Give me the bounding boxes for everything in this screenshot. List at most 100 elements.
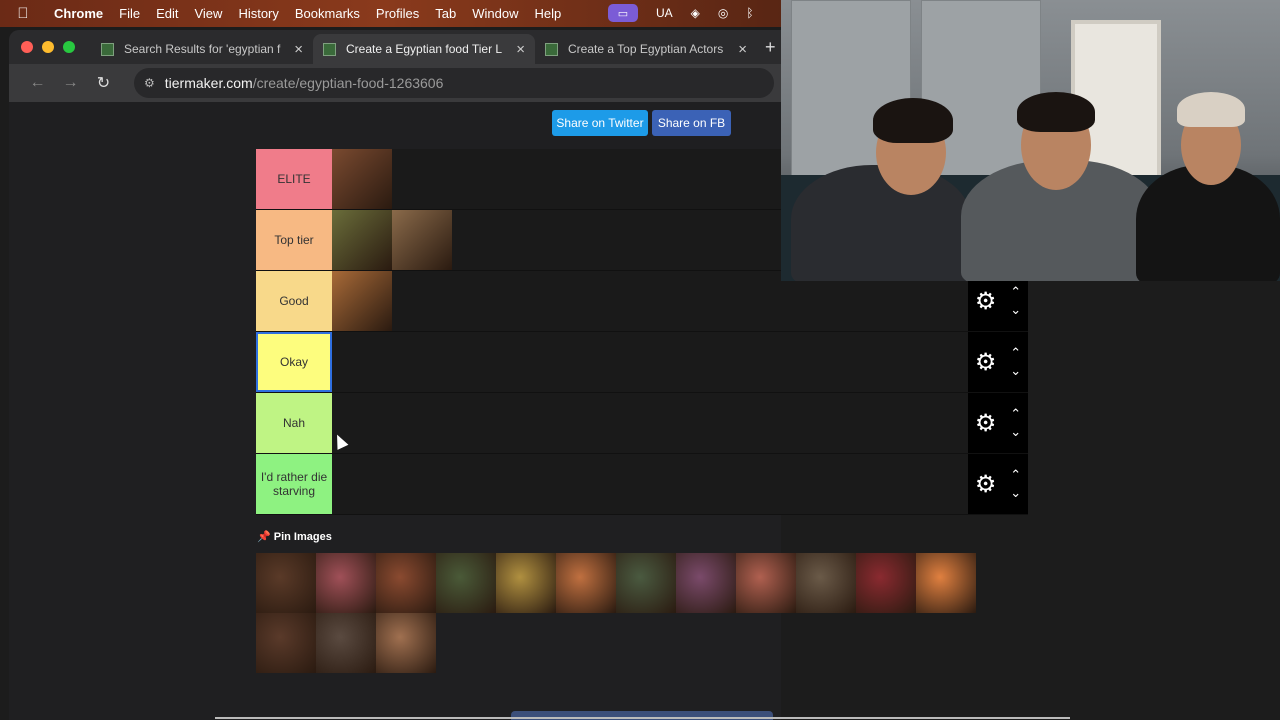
food-image[interactable] bbox=[332, 271, 392, 331]
tier-row: I'd rather die starving ⚙ ⌃ ⌄ bbox=[256, 454, 1028, 515]
tab-label: Create a Egyptian food Tier L bbox=[346, 42, 503, 56]
tiermaker-favicon-icon bbox=[101, 42, 114, 56]
tier-controls: ⚙ ⌃ ⌄ bbox=[968, 454, 1028, 514]
browser-toolbar: ← → ↻ ⚙ tiermaker.com/create/egyptian-fo… bbox=[9, 64, 781, 102]
close-window-button[interactable] bbox=[21, 41, 33, 53]
move-down-icon[interactable]: ⌄ bbox=[1010, 484, 1021, 502]
tab-label: Search Results for 'egyptian f bbox=[124, 42, 281, 56]
close-tab-icon[interactable]: × bbox=[516, 41, 525, 58]
tier-label[interactable]: Top tier bbox=[256, 210, 332, 270]
new-tab-icon[interactable]: + bbox=[765, 37, 776, 58]
move-down-icon[interactable]: ⌄ bbox=[1010, 362, 1021, 380]
tier-label[interactable]: I'd rather die starving bbox=[256, 454, 332, 514]
food-image[interactable] bbox=[736, 553, 796, 613]
menu-profiles[interactable]: Profiles bbox=[368, 6, 427, 21]
menu-bookmarks[interactable]: Bookmarks bbox=[287, 6, 368, 21]
person-left-hair bbox=[873, 98, 953, 143]
tier-label[interactable]: Okay bbox=[256, 332, 332, 392]
webcam-overlay bbox=[781, 0, 1280, 281]
menu-chrome[interactable]: Chrome bbox=[46, 6, 111, 21]
input-source-indicator[interactable]: UA bbox=[656, 6, 673, 20]
tab-label: Create a Top Egyptian Actors bbox=[568, 42, 724, 56]
food-image[interactable] bbox=[916, 553, 976, 613]
tier-controls: ⚙ ⌃ ⌄ bbox=[968, 393, 1028, 453]
move-down-icon[interactable]: ⌄ bbox=[1010, 301, 1021, 319]
pin-images-title: 📌 Pin Images bbox=[257, 531, 332, 543]
menu-window[interactable]: Window bbox=[464, 6, 526, 21]
menu-edit[interactable]: Edit bbox=[148, 6, 186, 21]
image-pool bbox=[256, 553, 976, 673]
food-image[interactable] bbox=[332, 149, 392, 209]
tab-egyptian-food[interactable]: Create a Egyptian food Tier L × bbox=[313, 34, 535, 64]
tier-label[interactable]: ELITE bbox=[256, 149, 332, 209]
food-image[interactable] bbox=[856, 553, 916, 613]
gear-icon[interactable]: ⚙ bbox=[975, 287, 997, 316]
tier-items[interactable] bbox=[332, 454, 968, 514]
move-up-icon[interactable]: ⌃ bbox=[1010, 405, 1021, 423]
food-image[interactable] bbox=[256, 613, 316, 673]
tier-row: Nah ⚙ ⌃ ⌄ bbox=[256, 393, 1028, 454]
site-info-icon[interactable]: ⚙ bbox=[144, 76, 155, 90]
apple-icon[interactable]:  bbox=[0, 5, 46, 22]
status-area: ▭ UA ◈ ◎ ᛒ bbox=[608, 4, 754, 22]
menu-help[interactable]: Help bbox=[527, 6, 570, 21]
close-tab-icon[interactable]: × bbox=[294, 41, 303, 58]
tiermaker-favicon-icon bbox=[323, 42, 336, 56]
tier-label[interactable]: Good bbox=[256, 271, 332, 331]
food-image[interactable] bbox=[316, 613, 376, 673]
screen:  Chrome File Edit View History Bookmark… bbox=[0, 0, 1280, 720]
reload-icon[interactable]: ↻ bbox=[87, 73, 120, 93]
food-image[interactable] bbox=[556, 553, 616, 613]
food-image[interactable] bbox=[256, 553, 316, 613]
forward-icon[interactable]: → bbox=[54, 74, 87, 92]
food-image[interactable] bbox=[436, 553, 496, 613]
screen-share-icon[interactable]: ▭ bbox=[608, 4, 638, 22]
url-host: tiermaker.com bbox=[164, 75, 253, 91]
food-image[interactable] bbox=[376, 613, 436, 673]
gear-icon[interactable]: ⚙ bbox=[975, 470, 997, 499]
person-right-cap bbox=[1177, 92, 1245, 127]
food-image[interactable] bbox=[676, 553, 736, 613]
move-down-icon[interactable]: ⌄ bbox=[1010, 423, 1021, 441]
vpn-icon[interactable]: ◈ bbox=[691, 6, 700, 20]
food-image[interactable] bbox=[616, 553, 676, 613]
menu-history[interactable]: History bbox=[230, 6, 286, 21]
gear-icon[interactable]: ⚙ bbox=[975, 409, 997, 438]
move-up-icon[interactable]: ⌃ bbox=[1010, 344, 1021, 362]
menu-view[interactable]: View bbox=[186, 6, 230, 21]
minimize-window-button[interactable] bbox=[42, 41, 54, 53]
back-icon[interactable]: ← bbox=[21, 74, 54, 92]
food-image[interactable] bbox=[496, 553, 556, 613]
move-up-icon[interactable]: ⌃ bbox=[1010, 466, 1021, 484]
food-image[interactable] bbox=[376, 553, 436, 613]
tier-label[interactable]: Nah bbox=[256, 393, 332, 453]
share-twitter-button[interactable]: Share on Twitter bbox=[552, 110, 648, 136]
share-facebook-button[interactable]: Share on FB bbox=[652, 110, 731, 136]
bluetooth-icon[interactable]: ᛒ bbox=[746, 6, 753, 20]
airdrop-icon[interactable]: ◎ bbox=[718, 6, 728, 20]
url-path: /create/egyptian-food-1263606 bbox=[252, 75, 444, 91]
tab-search-results[interactable]: Search Results for 'egyptian f × bbox=[91, 34, 313, 64]
tier-row: Okay ⚙ ⌃ ⌄ bbox=[256, 332, 1028, 393]
food-image[interactable] bbox=[392, 210, 452, 270]
person-middle-hair bbox=[1017, 92, 1095, 132]
divider bbox=[215, 717, 1070, 719]
menu-file[interactable]: File bbox=[111, 6, 148, 21]
food-image[interactable] bbox=[796, 553, 856, 613]
gear-icon[interactable]: ⚙ bbox=[975, 348, 997, 377]
move-up-icon[interactable]: ⌃ bbox=[1010, 283, 1021, 301]
address-bar[interactable]: ⚙ tiermaker.com/create/egyptian-food-126… bbox=[134, 68, 774, 98]
tiermaker-favicon-icon bbox=[545, 42, 558, 56]
food-image[interactable] bbox=[332, 210, 392, 270]
window-controls bbox=[9, 41, 91, 53]
zoom-window-button[interactable] bbox=[63, 41, 75, 53]
close-tab-icon[interactable]: × bbox=[738, 41, 747, 58]
menu-tab[interactable]: Tab bbox=[427, 6, 464, 21]
person-left bbox=[791, 165, 971, 281]
food-image[interactable] bbox=[316, 553, 376, 613]
tab-bar: Search Results for 'egyptian f × Create … bbox=[9, 30, 781, 64]
tier-items[interactable] bbox=[332, 393, 968, 453]
tab-egyptian-actors[interactable]: Create a Top Egyptian Actors × bbox=[535, 34, 757, 64]
tier-controls: ⚙ ⌃ ⌄ bbox=[968, 332, 1028, 392]
tier-items[interactable] bbox=[332, 332, 968, 392]
